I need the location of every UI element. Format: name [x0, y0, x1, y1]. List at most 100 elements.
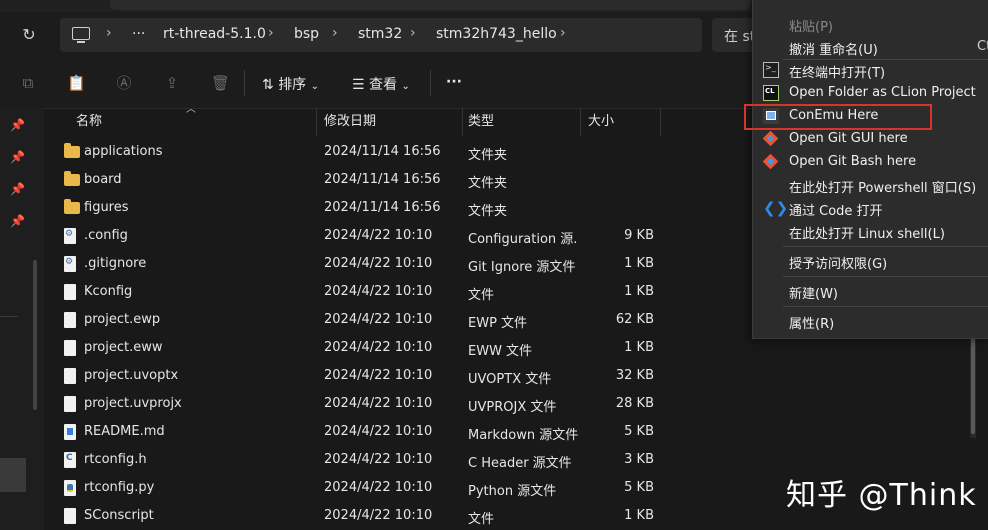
file-type: 文件夹: [468, 148, 508, 163]
column-divider[interactable]: [316, 108, 317, 136]
menu-item-git-bash[interactable]: Open Git Bash here: [753, 151, 988, 173]
column-header-date[interactable]: 修改日期: [324, 110, 376, 136]
file-icon: [64, 396, 76, 412]
file-type: Git Ignore 源文件: [468, 260, 576, 275]
breadcrumb-bsp[interactable]: bsp: [294, 26, 319, 42]
menu-item-new[interactable]: 新建(W): [753, 280, 988, 302]
rename-icon[interactable]: Ⓐ: [115, 74, 133, 92]
pin-icon[interactable]: 📌: [10, 182, 25, 196]
menu-item-undo-rename[interactable]: 撤消 重命名(U) Ct: [753, 36, 988, 58]
menu-label: 在此处打开 Linux shell(L): [789, 227, 945, 242]
file-icon: [64, 340, 76, 356]
file-row[interactable]: project.uvprojx 2024/4/22 10:10 UVPROJX 文件…: [44, 390, 964, 418]
file-size: 5 KB: [624, 424, 654, 439]
file-date: 2024/4/22 10:10: [324, 480, 433, 495]
file-date: 2024/11/14 16:56: [324, 172, 441, 187]
file-type: UVPROJX 文件: [468, 400, 557, 415]
this-pc-icon[interactable]: [72, 27, 90, 43]
delete-icon[interactable]: 🗑: [211, 74, 230, 92]
folder-icon: [64, 171, 80, 186]
menu-label: 通过 Code 打开: [789, 204, 883, 219]
menu-item-paste[interactable]: 粘贴(P): [753, 13, 988, 35]
more-options-button[interactable]: ···: [446, 74, 462, 90]
breadcrumb-separator[interactable]: ›: [332, 25, 338, 41]
file-row[interactable]: project.uvoptx 2024/4/22 10:10 UVOPTX 文件 32…: [44, 362, 964, 390]
file-icon: [64, 508, 76, 524]
config-file-icon: [64, 256, 76, 272]
sort-button[interactable]: ⇅ 排序 ⌄: [262, 74, 319, 94]
column-divider[interactable]: [660, 108, 661, 136]
pin-icon[interactable]: 📌: [10, 214, 25, 228]
menu-label: Open Git Bash here: [789, 154, 917, 169]
file-date: 2024/4/22 10:10: [324, 424, 433, 439]
column-header-type[interactable]: 类型: [468, 110, 494, 136]
share-icon[interactable]: ⇪: [163, 74, 181, 92]
pin-icon[interactable]: 📌: [10, 118, 25, 132]
menu-label: Open Folder as CLion Project: [789, 85, 976, 100]
file-size: 3 KB: [624, 452, 654, 467]
file-icon: [64, 284, 76, 300]
menu-label: 撤消 重命名(U): [789, 43, 878, 58]
search-placeholder: 在 st: [724, 29, 756, 45]
view-button[interactable]: ☰ 查看 ⌄: [352, 74, 410, 94]
file-date: 2024/4/22 10:10: [324, 508, 433, 523]
breadcrumb-overflow[interactable]: ···: [132, 26, 145, 42]
menu-item-clion[interactable]: Open Folder as CLion Project: [753, 82, 988, 104]
pin-icon[interactable]: 📌: [10, 150, 25, 164]
folder-icon: [64, 143, 80, 158]
menu-item-vscode[interactable]: ❮❯ 通过 Code 打开: [753, 197, 988, 219]
file-date: 2024/4/22 10:10: [324, 452, 433, 467]
file-type: 文件夹: [468, 176, 508, 191]
watermark: 知乎 @Think: [786, 478, 977, 513]
folder-icon: [64, 199, 80, 214]
menu-item-grant-access[interactable]: 授予访问权限(G): [753, 250, 988, 272]
file-type: UVOPTX 文件: [468, 372, 552, 387]
context-menu: 粘贴(P) 撤消 重命名(U) Ct 在终端中打开(T) Open Folder …: [752, 0, 988, 339]
column-header-size[interactable]: 大小: [588, 110, 614, 136]
column-divider[interactable]: [580, 108, 581, 136]
file-type: C Header 源文件: [468, 456, 572, 471]
file-size: 5 KB: [624, 480, 654, 495]
file-name: .config: [84, 228, 128, 243]
git-icon: [763, 154, 779, 170]
file-date: 2024/4/22 10:10: [324, 340, 433, 355]
refresh-icon[interactable]: ↻: [18, 24, 40, 46]
breadcrumb-separator[interactable]: ›: [268, 25, 274, 41]
menu-label: 新建(W): [789, 287, 838, 302]
file-name: rtconfig.h: [84, 452, 147, 467]
menu-label: Open Git GUI here: [789, 131, 908, 146]
copy-icon[interactable]: ⧉: [19, 74, 37, 92]
breadcrumb-separator[interactable]: ›: [410, 25, 416, 41]
file-date: 2024/4/22 10:10: [324, 368, 433, 383]
menu-item-powershell[interactable]: 在此处打开 Powershell 窗口(S): [753, 174, 988, 196]
breadcrumb-stm32[interactable]: stm32: [358, 26, 402, 42]
file-date: 2024/4/22 10:10: [324, 396, 433, 411]
menu-item-linux-shell[interactable]: 在此处打开 Linux shell(L): [753, 220, 988, 242]
nav-selected-item[interactable]: [0, 458, 26, 492]
menu-item-open-in-terminal[interactable]: 在终端中打开(T): [753, 59, 988, 81]
breadcrumb-stm32h743-hello[interactable]: stm32h743_hello: [436, 26, 557, 42]
file-name: .gitignore: [84, 256, 147, 271]
clion-icon: [763, 85, 779, 101]
column-divider[interactable]: [462, 108, 463, 136]
menu-divider: [783, 246, 988, 247]
breadcrumb-separator[interactable]: ›: [560, 25, 566, 41]
highlight-annotation-box: [744, 104, 932, 130]
breadcrumb-separator[interactable]: ›: [106, 25, 112, 41]
menu-item-properties[interactable]: 属性(R): [753, 310, 988, 332]
file-size: 32 KB: [615, 368, 654, 383]
file-date: 2024/4/22 10:10: [324, 312, 433, 327]
address-bar[interactable]: › ··· rt-thread-5.1.0 › bsp › stm32 › st…: [60, 18, 702, 52]
file-name: project.uvprojx: [84, 396, 182, 411]
column-header-name[interactable]: 名称: [76, 110, 102, 136]
nav-scrollbar[interactable]: [33, 260, 37, 410]
markdown-file-icon: [64, 424, 76, 440]
file-row[interactable]: README.md 2024/4/22 10:10 Markdown 源文件 5 KB: [44, 418, 964, 446]
menu-item-git-gui[interactable]: Open Git GUI here: [753, 128, 988, 150]
file-name: Kconfig: [84, 284, 133, 299]
menu-divider: [783, 276, 988, 277]
file-name: rtconfig.py: [84, 480, 155, 495]
sort-ascending-icon: ︿: [186, 104, 196, 115]
paste-icon[interactable]: 📋: [67, 74, 86, 92]
breadcrumb-rt-thread[interactable]: rt-thread-5.1.0: [163, 26, 266, 42]
